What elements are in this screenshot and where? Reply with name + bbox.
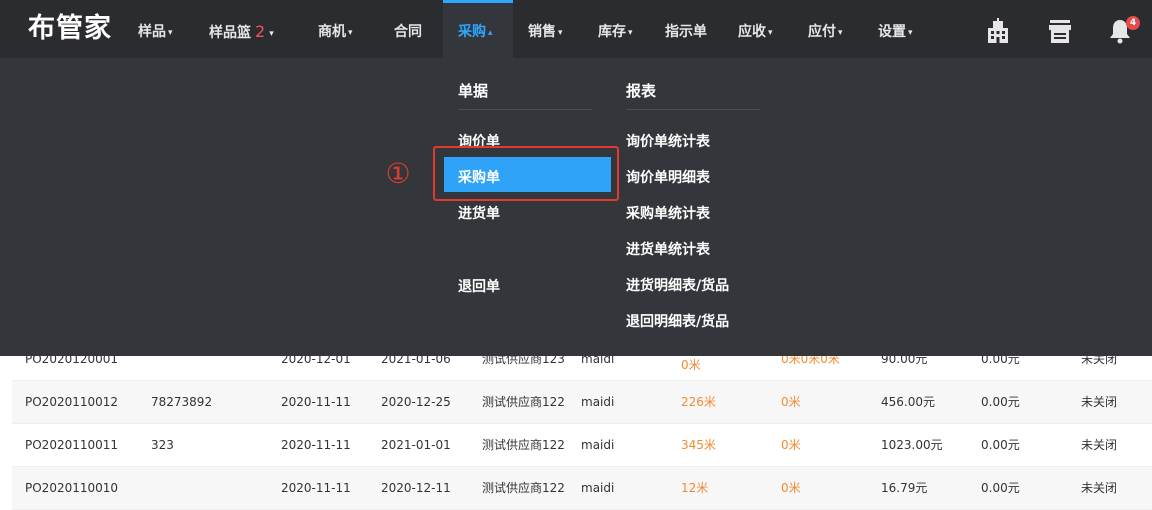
- cell-quantity: 226米: [681, 395, 716, 409]
- cell-operator: maidi: [581, 395, 615, 409]
- cell-order-no[interactable]: PO2020110011: [25, 424, 118, 466]
- store-icon[interactable]: [1047, 18, 1073, 44]
- menu-item-inquiry-summary[interactable]: 询价单统计表: [626, 131, 710, 151]
- cell-order-date: 2020-11-11: [281, 438, 351, 452]
- cell-supplier: 测试供应商122: [482, 395, 565, 409]
- cell-order-date: 2020-11-11: [281, 481, 351, 495]
- cell-received: 0米: [781, 395, 801, 409]
- cell-received: 0米: [781, 481, 801, 495]
- menu-item-return[interactable]: 退回单: [458, 276, 500, 296]
- nav-receivables[interactable]: 应收 ▾: [738, 0, 773, 58]
- annotation-highlight-box: [433, 146, 619, 201]
- nav-instructions[interactable]: 指示单: [665, 0, 707, 58]
- cell-delivery-date: 2020-12-25: [381, 395, 451, 409]
- nav-sample-basket[interactable]: 样品篮 2 ▾: [209, 0, 274, 58]
- cell-quantity: 12米: [681, 481, 709, 495]
- cell-supplier: 测试供应商122: [482, 438, 565, 452]
- cell-quantity: 345米: [681, 438, 716, 452]
- cell-paid: 0.00元: [981, 395, 1020, 409]
- cell-order-no[interactable]: PO2020110012: [25, 381, 118, 423]
- basket-count: 2: [255, 22, 266, 41]
- nav-payables[interactable]: 应付 ▾: [808, 0, 843, 58]
- menu-item-receipt-summary[interactable]: 进货单统计表: [626, 239, 710, 259]
- menu-item-return-detail-goods[interactable]: 退回明细表/货品: [626, 311, 729, 331]
- cell-paid: 0.00元: [981, 481, 1020, 495]
- cell-order-date: 2020-11-11: [281, 395, 351, 409]
- cell-status: 未关闭: [1081, 395, 1118, 409]
- table-row[interactable]: PO2020110010 2020-11-11 2020-12-11 测试供应商…: [12, 467, 1152, 510]
- cell-delivery-date: 2020-12-11: [381, 481, 451, 495]
- cell-supplier: 测试供应商122: [482, 481, 565, 495]
- reports-divider: [626, 109, 760, 110]
- table-row[interactable]: PO2020110011 323 2020-11-11 2021-01-01 测…: [12, 424, 1152, 467]
- building-icon[interactable]: [985, 18, 1011, 44]
- app-logo[interactable]: 布管家: [28, 12, 112, 46]
- nav-sales[interactable]: 销售 ▾: [528, 0, 563, 58]
- menu-item-po-summary[interactable]: 采购单统计表: [626, 203, 710, 223]
- cell-amount: 1023.00元: [881, 438, 943, 452]
- cell-received: 0米: [781, 438, 801, 452]
- menu-item-receipt[interactable]: 进货单: [458, 203, 500, 223]
- cell-operator: maidi: [581, 438, 615, 452]
- notification-badge: 4: [1126, 16, 1140, 30]
- cell-amount: 16.79元: [881, 481, 928, 495]
- cell-contract-no: 323: [151, 438, 174, 452]
- nav-contracts[interactable]: 合同: [394, 0, 422, 58]
- cell-paid: 0.00元: [981, 438, 1020, 452]
- cell-status: 未关闭: [1081, 481, 1118, 495]
- documents-heading: 单据: [458, 82, 489, 100]
- purchase-dropdown-panel: [0, 58, 1152, 356]
- annotation-step-number: ①: [385, 157, 411, 190]
- cell-operator: maidi: [581, 481, 615, 495]
- cell-order-no[interactable]: PO2020110010: [25, 467, 118, 509]
- nav-opportunities[interactable]: 商机 ▾: [318, 0, 353, 58]
- nav-inventory[interactable]: 库存 ▾: [598, 0, 633, 58]
- documents-divider: [458, 109, 592, 110]
- top-navbar: 布管家 样品 ▾ 样品篮 2 ▾ 商机 ▾ 合同 采购 ▴ 销售 ▾ 库存 ▾ 指示单 应收 ▾…: [0, 0, 1152, 58]
- nav-samples[interactable]: 样品 ▾: [138, 0, 173, 58]
- cell-delivery-date: 2021-01-01: [381, 438, 451, 452]
- cell-status: 未关闭: [1081, 438, 1118, 452]
- nav-settings[interactable]: 设置 ▾: [878, 0, 913, 58]
- reports-heading: 报表: [626, 82, 657, 100]
- cell-contract-no: 78273892: [151, 395, 213, 409]
- table-row[interactable]: PO2020110012 78273892 2020-11-11 2020-12…: [12, 381, 1152, 424]
- cell-amount: 456.00元: [881, 395, 935, 409]
- menu-item-receipt-detail-goods[interactable]: 进货明细表/货品: [626, 275, 729, 295]
- nav-purchase[interactable]: 采购 ▴: [443, 0, 513, 58]
- purchase-order-table: PO2020120001 2020-12-01 2021-01-06 测试供应商…: [12, 338, 1152, 510]
- menu-item-inquiry-detail[interactable]: 询价单明细表: [626, 167, 710, 187]
